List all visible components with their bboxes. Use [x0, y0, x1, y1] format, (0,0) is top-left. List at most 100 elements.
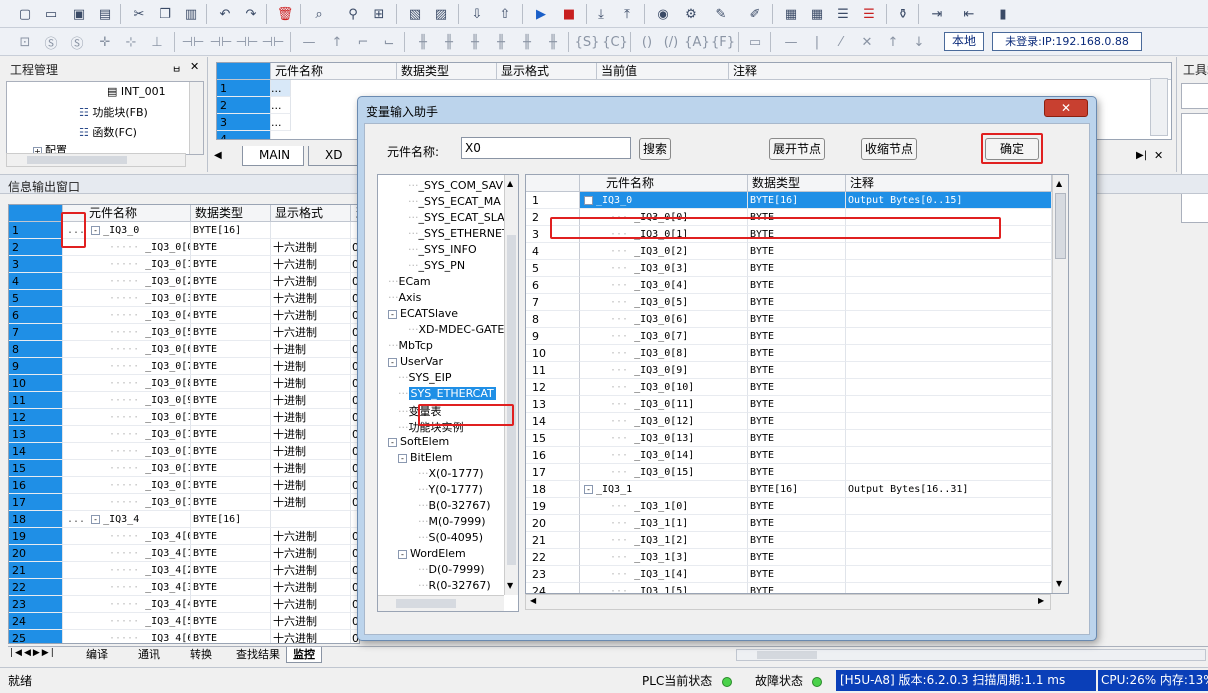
save-icon[interactable]: ▣ — [68, 3, 90, 25]
tree-node[interactable]: ···_SYS_COM_SAV — [408, 179, 503, 192]
tree-node[interactable]: ···XD-MDEC-GATEW — [408, 323, 515, 336]
tree-node[interactable]: - UserVar — [388, 355, 443, 368]
tree-item-fc[interactable]: ☷ 函数(FC) — [79, 124, 137, 140]
table-row[interactable]: 17 ··· _IQ3_0[15] BYTE — [526, 464, 1052, 481]
table-row[interactable]: 21····· _IQ3_4[2]BYTE十六进制0 — [9, 562, 359, 579]
collapse-icon[interactable]: - — [584, 485, 593, 494]
col-type[interactable]: 数据类型 — [397, 63, 497, 80]
table-row[interactable]: 22 ··· _IQ3_1[3] BYTE — [526, 549, 1052, 566]
table-row[interactable]: 23 ··· _IQ3_1[4] BYTE — [526, 566, 1052, 583]
tree-node[interactable]: ···_SYS_INFO — [408, 243, 477, 256]
table-row[interactable]: 16 ··· _IQ3_0[14] BYTE — [526, 447, 1052, 464]
contact-icon[interactable]: Ⓢ — [40, 31, 62, 53]
col-name[interactable]: 元件名称 — [271, 63, 397, 80]
run-icon[interactable]: ▶ — [530, 3, 552, 25]
top-grid-vscroll[interactable] — [1150, 78, 1168, 136]
table-row[interactable]: 1... — [217, 80, 1171, 97]
info-col-type[interactable]: 数据类型 — [191, 205, 271, 222]
tree-hscroll[interactable] — [378, 595, 504, 611]
collapse-icon[interactable]: - — [388, 358, 397, 367]
project-hscroll[interactable] — [6, 153, 186, 167]
line-del-icon[interactable]: ⁄ — [830, 31, 852, 53]
table-row[interactable]: 20 ··· _IQ3_1[1] BYTE — [526, 515, 1052, 532]
name-input[interactable]: X0 — [461, 137, 631, 159]
enter-icon[interactable]: ⇥ — [926, 3, 948, 25]
tree-node[interactable]: - ECATSlave — [388, 307, 458, 320]
contact-n-icon[interactable]: ⊣⊢ — [262, 31, 285, 53]
open-folder-icon[interactable]: ▭ — [40, 3, 62, 25]
tab-close-icon[interactable]: ✕ — [1154, 149, 1163, 162]
tree-node[interactable]: ··· SYS_ETHERCAT — [398, 387, 496, 400]
tree-node[interactable]: ···D(0-7999) — [418, 563, 485, 576]
tree-node[interactable]: ···_SYS_PN — [408, 259, 465, 272]
collapse-icon[interactable]: - — [91, 515, 101, 524]
download-disabled-icon[interactable]: ⇩ — [466, 3, 488, 25]
paste-icon[interactable]: ▥ — [180, 3, 202, 25]
fb-n-icon[interactable]: ╫ — [516, 31, 538, 53]
exit-icon[interactable]: ⇤ — [958, 3, 980, 25]
collapse-icon[interactable]: - — [388, 438, 397, 447]
tree-node[interactable]: ···_SYS_ECAT_SLA — [408, 211, 505, 224]
table-row[interactable]: 9 ··· _IQ3_0[7] BYTE — [526, 328, 1052, 345]
table-row[interactable]: 11····· _IQ3_0[9]BYTE十进制0 — [9, 392, 359, 409]
vline-icon[interactable]: ↑ — [326, 31, 348, 53]
dialog-grid-vscroll[interactable]: ▲ ▼ — [1052, 175, 1068, 593]
table-row[interactable]: 21 ··· _IQ3_1[2] BYTE — [526, 532, 1052, 549]
table-row[interactable]: 8····· _IQ3_0[6]BYTE十进制0 — [9, 341, 359, 358]
grid-alt-icon[interactable]: ▦ — [806, 3, 828, 25]
collapse-nodes-button[interactable]: 收缩节点 — [861, 138, 917, 160]
fb-alt-icon[interactable]: ╫ — [438, 31, 460, 53]
arrow-up-icon[interactable]: ↑ — [882, 31, 904, 53]
table-row[interactable]: 8 ··· _IQ3_0[6] BYTE — [526, 311, 1052, 328]
project-vscroll[interactable] — [189, 82, 203, 154]
table-row[interactable]: 15····· _IQ3_0[13]BYTE十进制0 — [9, 460, 359, 477]
table-row[interactable]: 13····· _IQ3_0[11]BYTE十进制0 — [9, 426, 359, 443]
table-row[interactable]: 11 ··· _IQ3_0[9] BYTE — [526, 362, 1052, 379]
window-export-icon[interactable]: ▨ — [430, 3, 452, 25]
network-icon[interactable]: ⊞ — [368, 3, 390, 25]
tree-node[interactable]: - WordElem — [398, 547, 466, 560]
table-row[interactable]: 17····· _IQ3_0[15]BYTE十进制0 — [9, 494, 359, 511]
tree-vscroll[interactable]: ▲ ▼ — [504, 175, 518, 595]
upload-disabled-icon[interactable]: ⇧ — [494, 3, 516, 25]
table-row[interactable]: 14····· _IQ3_0[12]BYTE十进制0 — [9, 443, 359, 460]
nav-arrows-icon[interactable]: |◀◀▶▶| — [10, 648, 56, 658]
expand-nodes-button[interactable]: 展开节点 — [769, 138, 825, 160]
contact-nc-icon[interactable]: ⊣⊢ — [210, 31, 233, 53]
tool-icon[interactable]: ⚙ — [680, 3, 702, 25]
coil-f-icon[interactable]: {F} — [711, 31, 735, 53]
s-coil-icon[interactable]: {S} — [575, 31, 600, 53]
print-disabled-icon[interactable]: ▤ — [94, 3, 116, 25]
login-status[interactable]: 未登录:IP:192.168.0.88 — [992, 32, 1142, 51]
search-icon[interactable]: ⌕ — [308, 3, 330, 25]
table-row[interactable]: 18... - _IQ3_4 BYTE[16] — [9, 511, 359, 528]
tree-node[interactable]: ···Y(0-1777) — [418, 483, 483, 496]
corner-alt-icon[interactable]: ⌙ — [378, 31, 400, 53]
pencil-icon[interactable]: ✐ — [744, 3, 766, 25]
stop-icon[interactable]: ■ — [558, 3, 580, 25]
dlg-col-type[interactable]: 数据类型 — [748, 175, 846, 192]
collapse-icon[interactable]: - — [91, 226, 101, 235]
table-row[interactable]: 9····· _IQ3_0[7]BYTE十进制0 — [9, 358, 359, 375]
table-row[interactable]: 14 ··· _IQ3_0[12] BYTE — [526, 413, 1052, 430]
tree-node[interactable]: ···M(0-7999) — [418, 515, 486, 528]
fb-icon[interactable]: ╫ — [412, 31, 434, 53]
collapse-icon[interactable]: - — [398, 550, 407, 559]
branch-down-icon[interactable]: ⊹ — [120, 31, 142, 53]
delete-icon[interactable]: 🗑 — [274, 3, 296, 25]
collapse-icon[interactable]: - — [584, 196, 593, 205]
lad-icon[interactable]: ⊡ — [14, 31, 36, 53]
table-row[interactable]: 24 ··· _IQ3_1[5] BYTE — [526, 583, 1052, 593]
toolbox-search[interactable] — [1181, 83, 1208, 109]
table-row[interactable]: 19 ··· _IQ3_1[0] BYTE — [526, 498, 1052, 515]
branch-up-icon[interactable]: ⊥ — [146, 31, 168, 53]
contact-p-icon[interactable]: ⊣⊢ — [236, 31, 259, 53]
pin-icon[interactable]: ㅂ — [172, 61, 181, 76]
table-row[interactable]: 13 ··· _IQ3_0[11] BYTE — [526, 396, 1052, 413]
close-icon[interactable]: ✕ — [190, 60, 199, 73]
insert-row-icon[interactable]: ☰ — [832, 3, 854, 25]
tree-node[interactable]: ···S(0-4095) — [418, 531, 483, 544]
tab-scroll-left-icon[interactable]: ◀ — [214, 150, 222, 161]
corner-icon[interactable]: ⌐ — [352, 31, 374, 53]
tab-convert[interactable]: 转换 — [184, 647, 218, 663]
